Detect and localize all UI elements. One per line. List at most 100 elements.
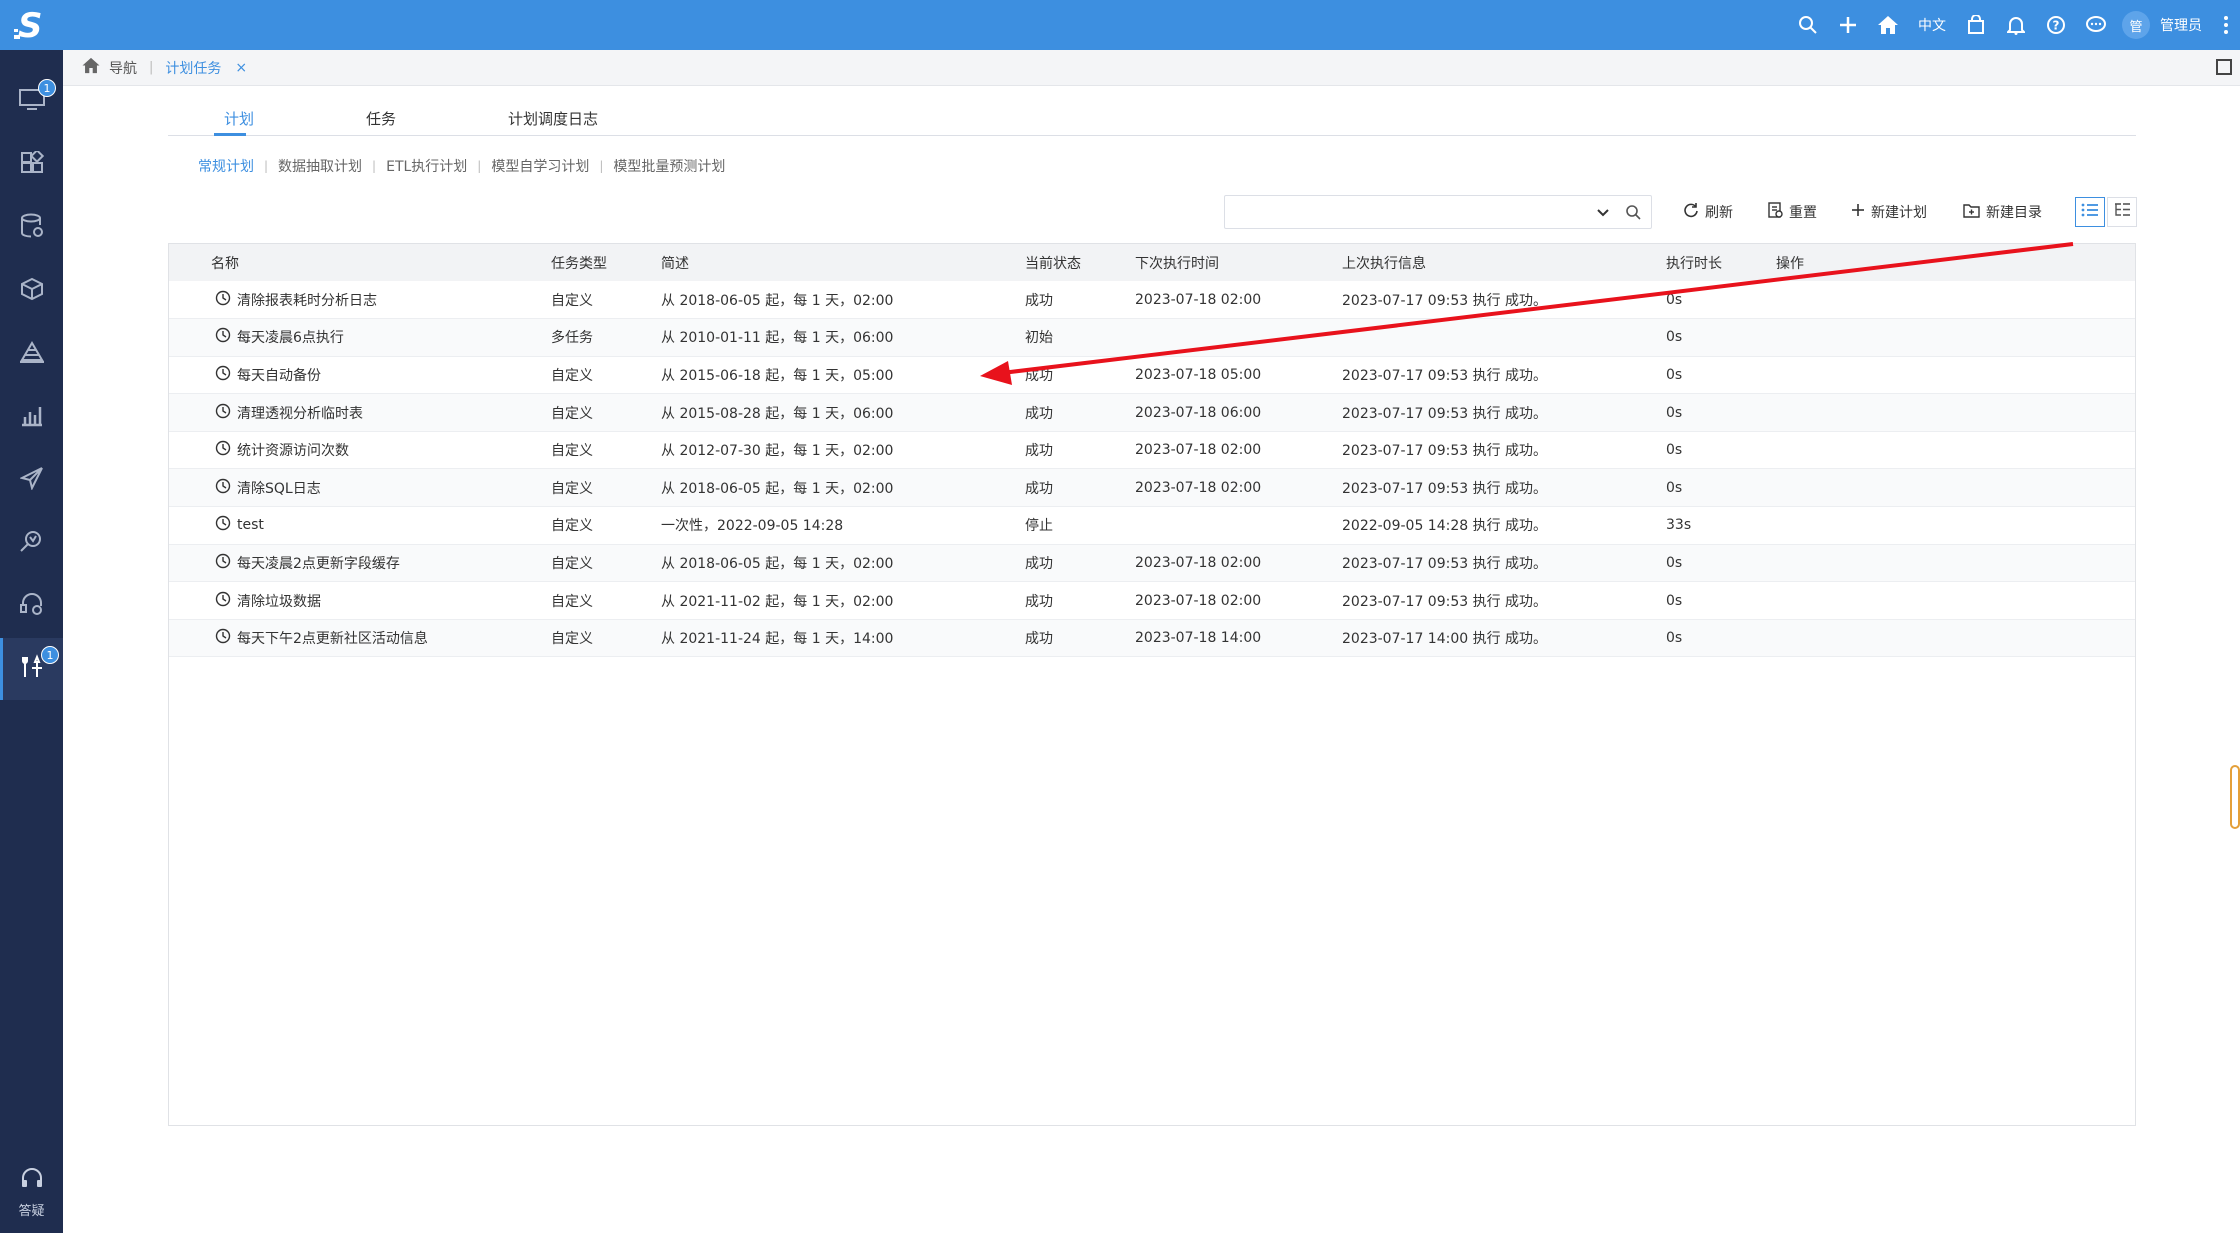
plan-name[interactable]: 统计资源访问次数: [237, 440, 349, 460]
cell-name[interactable]: 清除报表耗时分析日志: [169, 281, 551, 319]
tab-schedule-log[interactable]: 计划调度日志: [508, 108, 598, 129]
sidebar-item-monitor[interactable]: 1: [0, 71, 63, 133]
headset-icon: [20, 1167, 44, 1194]
cell-actions: [1776, 619, 2135, 657]
table-row[interactable]: 每天下午2点更新社区活动信息 自定义 从 2021-11-24 起，每 1 天，14…: [169, 619, 2135, 657]
chat-icon[interactable]: [2076, 0, 2116, 50]
subtab-etl-plan[interactable]: ETL执行计划: [386, 156, 467, 176]
table-row[interactable]: 统计资源访问次数 自定义 从 2012-07-30 起，每 1 天，02:00 成功 2…: [169, 431, 2135, 469]
cell-actions: [1776, 431, 2135, 469]
new-folder-button[interactable]: 新建目录: [1963, 200, 2042, 224]
cell-name[interactable]: 清理透视分析临时表: [169, 394, 551, 432]
sidebar-item-chart[interactable]: [0, 386, 63, 448]
username[interactable]: 管理员: [2150, 15, 2212, 35]
cell-type: 自定义: [551, 555, 593, 572]
sidebar-item-database[interactable]: [0, 197, 63, 259]
cell-last-info: 2023-07-17 14:00 执行 成功。: [1342, 631, 1548, 648]
cell-next-time: 2023-07-18 06:00: [1135, 404, 1262, 421]
scrollbar-thumb[interactable]: [2230, 765, 2240, 829]
cell-type: 自定义: [551, 367, 593, 384]
subtab-extraction-plan[interactable]: 数据抽取计划: [278, 156, 362, 176]
active-tab-indicator: [214, 133, 246, 136]
cell-name[interactable]: 统计资源访问次数: [169, 431, 551, 469]
home-icon[interactable]: [1868, 0, 1908, 50]
search-icon[interactable]: [1625, 204, 1641, 224]
reset-button[interactable]: 重置: [1767, 200, 1817, 224]
plan-name[interactable]: 每天凌晨2点更新字段缓存: [237, 553, 400, 573]
column-header-desc[interactable]: 简述: [661, 244, 1025, 281]
more-icon[interactable]: [2212, 0, 2240, 50]
sidebar: 1 1 答疑: [0, 50, 63, 1233]
column-header-last[interactable]: 上次执行信息: [1342, 244, 1666, 281]
table-row[interactable]: 每天凌晨6点执行 多任务 从 2010-01-11 起，每 1 天，06:00 初始 0…: [169, 318, 2135, 357]
sidebar-item-cube[interactable]: [0, 260, 63, 322]
cell-name[interactable]: 每天自动备份: [169, 356, 551, 394]
list-view-button[interactable]: [2075, 197, 2105, 227]
cell-name[interactable]: 每天凌晨2点更新字段缓存: [169, 544, 551, 582]
help-icon[interactable]: ?: [2036, 0, 2076, 50]
new-plan-button[interactable]: 新建计划: [1851, 200, 1927, 224]
column-header-duration[interactable]: 执行时长: [1666, 244, 1776, 281]
tab-task[interactable]: 任务: [366, 108, 396, 129]
table-row[interactable]: 清除SQL日志 自定义 从 2018-06-05 起，每 1 天，02:00 成功 20…: [169, 468, 2135, 507]
subtab-model-learning-plan[interactable]: 模型自学习计划: [491, 156, 589, 176]
refresh-label: 刷新: [1705, 205, 1733, 221]
sidebar-item-robot[interactable]: [0, 575, 63, 637]
column-header-type[interactable]: 任务类型: [551, 244, 661, 281]
sidebar-item-tools[interactable]: 1: [0, 638, 63, 700]
sidebar-item-layers[interactable]: [0, 323, 63, 385]
help-button[interactable]: 答疑: [0, 1153, 63, 1233]
plan-name[interactable]: 清除SQL日志: [237, 478, 321, 498]
cell-type: 自定义: [551, 443, 593, 460]
clock-icon: [215, 591, 231, 611]
subtab-batch-predict-plan[interactable]: 模型批量预测计划: [613, 156, 725, 176]
plan-name[interactable]: 清理透视分析临时表: [237, 403, 363, 423]
refresh-button[interactable]: 刷新: [1683, 200, 1733, 224]
cell-desc: 从 2015-08-28 起，每 1 天，06:00: [661, 405, 894, 422]
cell-status: 成功: [1025, 292, 1053, 309]
sidebar-item-analysis[interactable]: [0, 512, 63, 574]
svg-text:S: S: [18, 7, 43, 43]
plus-icon[interactable]: [1828, 0, 1868, 50]
table-row[interactable]: test 自定义 一次性，2022-09-05 14:28 停止 2022-09-05 …: [169, 507, 2135, 545]
breadcrumb-home[interactable]: 导航: [81, 57, 137, 78]
table-row[interactable]: 清除报表耗时分析日志 自定义 从 2018-06-05 起，每 1 天，02:00 成…: [169, 281, 2135, 319]
cell-next-time: 2023-07-18 02:00: [1135, 592, 1262, 609]
plan-name[interactable]: 清除报表耗时分析日志: [237, 290, 377, 310]
table-row[interactable]: 每天凌晨2点更新字段缓存 自定义 从 2018-06-05 起，每 1 天，02:0…: [169, 544, 2135, 582]
cell-name[interactable]: 每天凌晨6点执行: [169, 319, 551, 357]
chevron-down-icon[interactable]: [1595, 204, 1611, 224]
sidebar-item-send[interactable]: [0, 449, 63, 511]
column-header-name[interactable]: 名称: [169, 244, 551, 281]
language-switch[interactable]: 中文: [1908, 15, 1956, 35]
plan-name[interactable]: 清除垃圾数据: [237, 591, 321, 611]
tab-plan[interactable]: 计划: [224, 108, 254, 129]
tab-scheduled-tasks[interactable]: 计划任务: [165, 58, 221, 78]
table-row[interactable]: 清除垃圾数据 自定义 从 2021-11-02 起，每 1 天，02:00 成功 202…: [169, 582, 2135, 620]
tree-view-button[interactable]: [2107, 197, 2137, 227]
plan-name[interactable]: 每天自动备份: [237, 365, 321, 385]
table-row[interactable]: 每天自动备份 自定义 从 2015-06-18 起，每 1 天，05:00 成功 202…: [169, 356, 2135, 394]
breadcrumb-home-label: 导航: [109, 60, 137, 77]
table-row[interactable]: 清理透视分析临时表 自定义 从 2015-08-28 起，每 1 天，06:00 成功…: [169, 393, 2135, 432]
plan-name[interactable]: 每天下午2点更新社区活动信息: [237, 628, 428, 648]
cell-name[interactable]: 清除垃圾数据: [169, 582, 551, 620]
column-header-next[interactable]: 下次执行时间: [1135, 244, 1342, 281]
cell-status: 成功: [1025, 480, 1053, 497]
cell-name[interactable]: 每天下午2点更新社区活动信息: [169, 619, 551, 657]
plan-name[interactable]: 每天凌晨6点执行: [237, 327, 344, 347]
app-logo[interactable]: S: [0, 0, 63, 50]
avatar[interactable]: 管: [2122, 11, 2150, 39]
cell-name[interactable]: 清除SQL日志: [169, 469, 551, 507]
column-header-status[interactable]: 当前状态: [1025, 244, 1135, 281]
plan-name[interactable]: test: [237, 517, 264, 533]
close-icon[interactable]: ×: [235, 60, 247, 76]
subtab-regular-plan[interactable]: 常规计划: [198, 156, 254, 176]
search-icon[interactable]: [1788, 0, 1828, 50]
search-input[interactable]: [1224, 195, 1652, 229]
sidebar-item-apps[interactable]: [0, 134, 63, 196]
cell-name[interactable]: test: [169, 507, 551, 545]
bag-icon[interactable]: [1956, 0, 1996, 50]
maximize-icon[interactable]: [2216, 59, 2232, 75]
bell-icon[interactable]: [1996, 0, 2036, 50]
